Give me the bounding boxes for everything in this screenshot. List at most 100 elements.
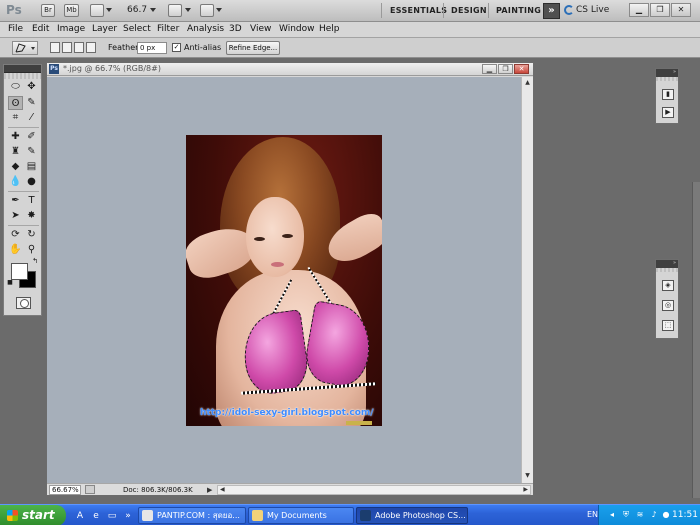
quicklaunch-chevron-icon[interactable]: » xyxy=(121,509,135,523)
menu-filter[interactable]: Filter xyxy=(157,24,179,34)
tray-wifi-icon[interactable]: ≋ xyxy=(635,510,645,520)
antialias-checkbox[interactable]: ✓ xyxy=(172,43,181,52)
document-image[interactable]: http://idol-sexy-girl.blogspot.com/ xyxy=(186,135,382,426)
menu-layer[interactable]: Layer xyxy=(92,24,117,34)
workspace-design[interactable]: DESIGN xyxy=(451,6,487,15)
scroll-right-icon[interactable]: ▶ xyxy=(523,486,528,494)
more-workspaces-button[interactable]: » xyxy=(543,3,560,19)
document-titlebar[interactable]: Ps *.jpg @ 66.7% (RGB/8#) ▁ ❐ ✕ xyxy=(47,63,533,76)
tool-preset-picker[interactable] xyxy=(12,41,38,55)
dodge-tool-icon[interactable]: ● xyxy=(24,175,39,189)
refine-edge-button[interactable]: Refine Edge... xyxy=(226,41,280,55)
quick-mask-icon[interactable] xyxy=(16,297,31,309)
actions-panel-icon[interactable]: ▶ xyxy=(662,107,674,118)
add-selection-icon[interactable] xyxy=(62,42,72,53)
menu-3d[interactable]: 3D xyxy=(229,24,242,34)
quick-selection-tool-icon[interactable]: ✎ xyxy=(24,96,39,110)
cslive-button[interactable]: CS Live xyxy=(576,5,609,15)
chevron-down-icon[interactable] xyxy=(106,8,112,12)
pen-tool-icon[interactable]: ✒ xyxy=(8,194,23,208)
workspace-painting[interactable]: PAINTING xyxy=(496,6,541,15)
channels-panel-icon[interactable]: ◎ xyxy=(662,300,674,311)
panel-collapse-icon[interactable]: » xyxy=(656,69,678,77)
path-selection-tool-icon[interactable]: ➤ xyxy=(8,209,23,223)
quicklaunch-adobe-icon[interactable]: A xyxy=(73,509,87,523)
doc-minimize-button[interactable]: ▁ xyxy=(482,64,497,74)
close-button[interactable]: ✕ xyxy=(671,3,691,17)
panel-collapse-icon[interactable]: » xyxy=(656,260,678,268)
start-button[interactable]: start xyxy=(0,505,66,525)
hand-tool-icon[interactable]: ✋ xyxy=(8,243,23,257)
menu-edit[interactable]: Edit xyxy=(32,24,49,34)
move-tool-icon[interactable]: ✥ xyxy=(24,80,39,94)
marquee-tool-icon[interactable]: ⬭ xyxy=(8,80,23,94)
healing-brush-tool-icon[interactable]: ✚ xyxy=(8,130,23,144)
quicklaunch-desktop-icon[interactable]: ▭ xyxy=(105,509,119,523)
brush-tool-icon[interactable]: ✐ xyxy=(24,130,39,144)
menu-analysis[interactable]: Analysis xyxy=(187,24,224,34)
menu-select[interactable]: Select xyxy=(123,24,151,34)
chevron-down-icon[interactable] xyxy=(150,8,156,12)
menu-help[interactable]: Help xyxy=(319,24,340,34)
default-colors-icon[interactable]: ■ xyxy=(6,279,14,287)
zoom-level[interactable]: 66.7 xyxy=(127,5,147,15)
3d-rotate-tool-icon[interactable]: ⟳ xyxy=(8,228,23,242)
crop-tool-icon[interactable]: ⌗ xyxy=(8,111,23,125)
blur-tool-icon[interactable]: 💧 xyxy=(8,175,23,189)
vertical-scrollbar[interactable]: ▲ ▼ xyxy=(521,77,533,483)
horizontal-scrollbar[interactable]: ◀ ▶ xyxy=(217,485,531,495)
swap-colors-icon[interactable]: ↰ xyxy=(31,257,39,265)
screen-mode-icon[interactable] xyxy=(200,4,214,17)
minimize-button[interactable]: ▁ xyxy=(629,3,649,17)
tray-security-icon[interactable]: ● xyxy=(661,510,671,520)
eyedropper-tool-icon[interactable]: ⁄ xyxy=(24,111,39,125)
mini-bridge-panel-icon[interactable]: ▮ xyxy=(662,89,674,100)
scroll-down-icon[interactable]: ▼ xyxy=(523,471,532,480)
feather-input[interactable]: 0 px xyxy=(137,42,167,54)
zoom-field[interactable]: 66.67% xyxy=(49,485,81,495)
minibridge-button[interactable]: Mb xyxy=(64,4,79,17)
bridge-button[interactable]: Br xyxy=(41,4,55,17)
tray-volume-icon[interactable]: ♪ xyxy=(649,510,659,520)
panel-grip[interactable] xyxy=(4,73,41,79)
zoom-tool-icon[interactable]: ⚲ xyxy=(24,243,39,257)
eraser-tool-icon[interactable]: ◆ xyxy=(8,160,23,174)
arrange-documents-icon[interactable] xyxy=(168,4,182,17)
scroll-left-icon[interactable]: ◀ xyxy=(220,486,225,494)
clone-stamp-tool-icon[interactable]: ♜ xyxy=(8,145,23,159)
lasso-tool-icon[interactable]: ʘ xyxy=(8,96,23,110)
doc-close-button[interactable]: ✕ xyxy=(514,64,529,74)
workspace-essentials[interactable]: ESSENTIALS xyxy=(390,6,447,15)
menu-window[interactable]: Window xyxy=(279,24,315,34)
chevron-down-icon[interactable] xyxy=(185,8,191,12)
type-tool-icon[interactable]: T xyxy=(24,194,39,208)
menu-file[interactable]: File xyxy=(8,24,23,34)
intersect-selection-icon[interactable] xyxy=(86,42,96,53)
view-extras-icon[interactable] xyxy=(90,4,104,17)
language-indicator[interactable]: EN xyxy=(587,510,598,519)
taskbar-item-photoshop[interactable]: Adobe Photoshop CS... xyxy=(356,507,468,524)
new-selection-icon[interactable] xyxy=(50,42,60,53)
doc-restore-button[interactable]: ❐ xyxy=(498,64,513,74)
menu-view[interactable]: View xyxy=(250,24,271,34)
restore-button[interactable]: ❐ xyxy=(650,3,670,17)
paths-panel-icon[interactable]: ⬚ xyxy=(662,320,674,331)
scroll-up-icon[interactable]: ▲ xyxy=(523,78,532,87)
chevron-down-icon[interactable] xyxy=(216,8,222,12)
layers-panel-icon[interactable]: ◈ xyxy=(662,280,674,291)
panel-grip[interactable] xyxy=(656,77,678,81)
foreground-color-swatch[interactable] xyxy=(11,263,28,280)
menu-image[interactable]: Image xyxy=(57,24,85,34)
panel-grip[interactable] xyxy=(656,268,678,272)
gradient-tool-icon[interactable]: ▤ xyxy=(24,160,39,174)
shape-tool-icon[interactable]: ✸ xyxy=(24,209,39,223)
status-icon[interactable] xyxy=(85,485,95,494)
tray-network-icon[interactable]: ◂ xyxy=(607,510,617,520)
taskbar-item-my-documents[interactable]: My Documents xyxy=(248,507,354,524)
taskbar-item-pantip[interactable]: PANTIP.COM : สุดยอ... xyxy=(138,507,246,524)
status-menu-icon[interactable]: ▶ xyxy=(207,486,212,494)
quicklaunch-browser-icon[interactable]: e xyxy=(89,509,103,523)
tray-shield-icon[interactable]: ⛨ xyxy=(621,510,631,520)
history-brush-tool-icon[interactable]: ✎ xyxy=(24,145,39,159)
3d-orbit-tool-icon[interactable]: ↻ xyxy=(24,228,39,242)
